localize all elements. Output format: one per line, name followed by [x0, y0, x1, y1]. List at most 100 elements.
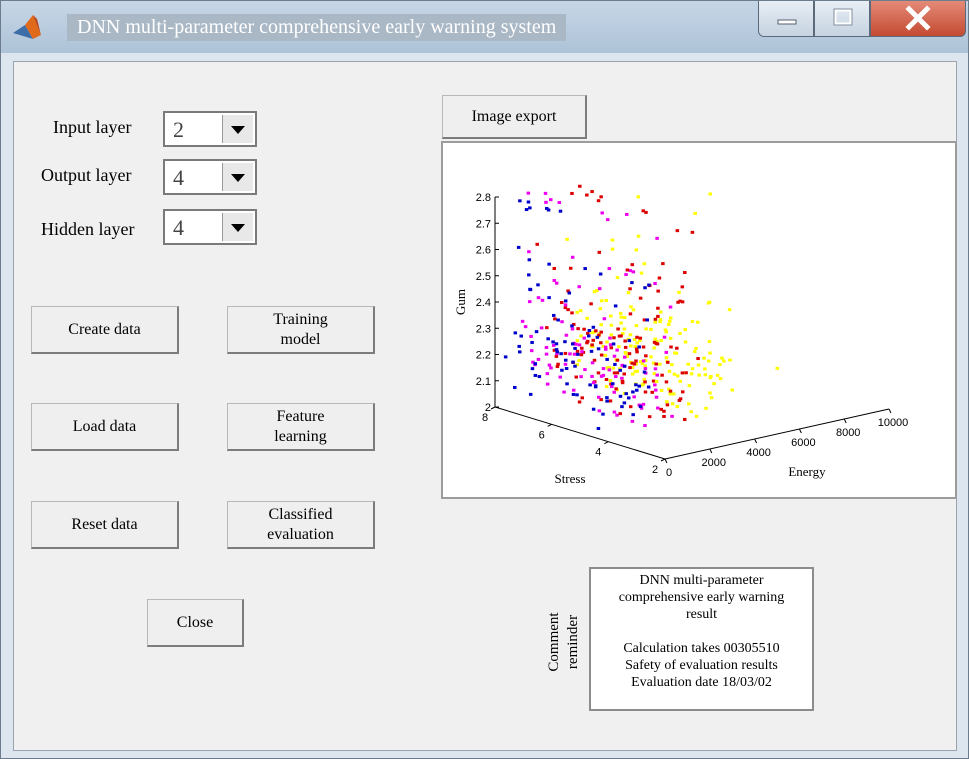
scatter-point [649, 355, 653, 359]
scatter-point [643, 380, 647, 384]
scatter-point [690, 319, 695, 323]
scatter-point [667, 369, 672, 373]
scatter-point [573, 364, 577, 368]
scatter-point [617, 345, 621, 349]
scatter-point [590, 361, 595, 365]
scatter-point [529, 349, 534, 353]
training-model-label: Training model [273, 310, 328, 348]
scatter-point [527, 250, 531, 254]
scatter-point [638, 296, 643, 300]
dropdown-arrow-icon[interactable] [222, 163, 253, 191]
scatter-point [563, 340, 567, 344]
scatter-point [689, 410, 693, 414]
minimize-icon [777, 19, 797, 25]
output-layer-select[interactable]: 4 [163, 159, 257, 195]
scatter-point [572, 352, 577, 356]
create-data-button[interactable]: Create data [31, 306, 179, 354]
hidden-layer-select[interactable]: 4 [163, 209, 257, 245]
scatter-point [675, 229, 680, 233]
training-model-button[interactable]: Training model [227, 306, 375, 354]
scatter-point [683, 271, 687, 275]
scatter-point [599, 299, 604, 303]
load-data-button[interactable]: Load data [31, 403, 179, 451]
scatter-point [715, 373, 720, 377]
x-tick-mark [664, 458, 668, 464]
scatter-point [546, 337, 550, 341]
scatter-point [553, 317, 557, 321]
scatter-point [598, 272, 603, 276]
scatter-point [630, 361, 634, 365]
scatter-point [537, 375, 542, 379]
input-layer-value: 2 [173, 117, 184, 142]
scatter-point [599, 353, 604, 357]
close-button[interactable]: Close [147, 599, 244, 647]
minimize-button[interactable] [758, 1, 814, 37]
scatter-point [665, 403, 670, 407]
scatter-point [622, 355, 627, 359]
scatter-point [652, 346, 656, 350]
scatter-point [707, 300, 712, 304]
feature-learning-button[interactable]: Feature learning [227, 403, 375, 451]
scatter-point [527, 273, 531, 277]
x-tick-label: 8000 [836, 427, 860, 439]
scatter-point [557, 201, 562, 205]
scatter-point [620, 405, 624, 409]
scatter-point [585, 339, 590, 343]
scatter-point [641, 359, 646, 363]
scatter-point [615, 348, 619, 352]
scatter-point [602, 317, 607, 321]
maximize-button[interactable] [814, 1, 870, 37]
comment-label-line-2: reminder [565, 615, 581, 669]
scatter-point [549, 366, 553, 370]
scatter-point [689, 372, 694, 376]
scatter-point [622, 316, 627, 320]
scatter-point [591, 407, 596, 411]
scatter-point [650, 390, 654, 394]
scatter-point [652, 340, 657, 344]
reset-data-button[interactable]: Reset data [31, 501, 179, 549]
scatter-point [656, 406, 660, 410]
scatter-point [613, 362, 617, 366]
z-tick-label: 2.5 [476, 271, 491, 283]
scatter-point [600, 211, 604, 215]
scatter-point [610, 247, 615, 251]
image-export-button[interactable]: Image export [442, 95, 587, 139]
z-tick-label: 2.4 [476, 297, 491, 309]
scatter-point [565, 237, 569, 241]
title-bar[interactable]: DNN multi-parameter comprehensive early … [1, 1, 968, 53]
scatter-point [547, 296, 551, 300]
scatter-point [642, 370, 647, 374]
scatter-point [559, 352, 563, 356]
scatter-point [615, 276, 620, 280]
dropdown-arrow-icon[interactable] [222, 115, 253, 143]
scatter-point [549, 198, 553, 202]
scatter-point [662, 335, 667, 339]
scatter-point [591, 325, 596, 329]
scatter-point [587, 328, 592, 332]
input-layer-select[interactable]: 2 [163, 111, 257, 147]
scatter-point [552, 278, 557, 282]
scatter-point [644, 354, 648, 358]
scatter-point [654, 362, 658, 366]
scatter-point [530, 367, 535, 371]
scatter-point [560, 320, 564, 324]
dropdown-arrow-icon[interactable] [222, 213, 253, 241]
x-tick-label: 4000 [746, 447, 770, 459]
scatter-point [672, 372, 677, 376]
output-layer-label: Output layer [41, 165, 132, 185]
scatter-point [660, 373, 664, 377]
close-window-button[interactable] [870, 1, 966, 37]
comment-line: Safety of evaluation results [625, 658, 778, 673]
x-tick-mark [709, 448, 713, 454]
scatter-point [640, 362, 645, 366]
scatter-point [604, 299, 608, 303]
scatter-point [599, 195, 603, 199]
scatter-point [676, 300, 680, 304]
scatter-point [551, 340, 555, 344]
scatter-point [574, 342, 578, 346]
scatter-point [641, 402, 646, 406]
scatter-point [568, 266, 573, 270]
classified-evaluation-button[interactable]: Classified evaluation [227, 501, 375, 549]
scatter-point [730, 388, 734, 392]
scatter-point [568, 352, 572, 356]
